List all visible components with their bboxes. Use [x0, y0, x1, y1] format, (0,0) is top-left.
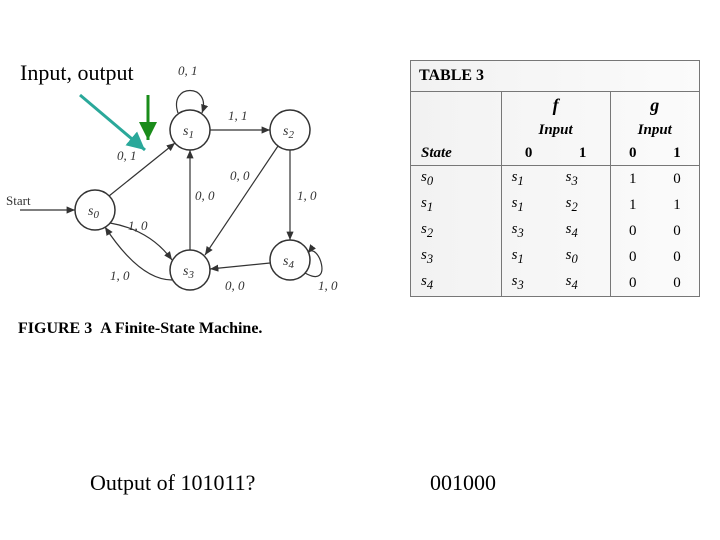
- table-row: s1 s1 s2 1 1: [411, 192, 699, 218]
- figure-caption: FIGURE 3 A Finite-State Machine.: [18, 320, 262, 338]
- answer-label: 001000: [430, 470, 496, 496]
- table-row: s4 s3 s4 0 0: [411, 270, 699, 296]
- edge-s1-s1: 0, 1: [178, 63, 198, 78]
- table-row: s0 s1 s3 1 0: [411, 166, 699, 193]
- col-f: f: [501, 92, 610, 119]
- edge-s2-s3: 0, 0: [230, 168, 250, 183]
- fsm-diagram: .st { fill:#fff; stroke:#333; stroke-wid…: [0, 55, 380, 345]
- start-label: Start: [6, 193, 31, 208]
- edge-s4-s4: 1, 0: [318, 278, 338, 293]
- transition-table: TABLE 3 f g Input Input State 0 1 0 1 s0…: [410, 60, 700, 297]
- edge-s2-s4: 1, 0: [297, 188, 317, 203]
- figure-label: FIGURE 3: [18, 320, 92, 337]
- col-input-g: Input: [610, 119, 699, 142]
- table-title: TABLE 3: [411, 61, 699, 92]
- col-g: g: [610, 92, 699, 119]
- input-output-label: Input, output: [20, 60, 134, 86]
- figure-title: A Finite-State Machine.: [100, 320, 262, 337]
- edge-s3-s1: 0, 0: [195, 188, 215, 203]
- edge-s0-s3: 1, 0: [128, 218, 148, 233]
- arrow-green: [128, 90, 168, 150]
- edge-s3-s0: 1, 0: [110, 268, 130, 283]
- table-row: s2 s3 s4 0 0: [411, 218, 699, 244]
- question-label: Output of 101011?: [90, 470, 255, 496]
- edge-s4-s3: 0, 0: [225, 278, 245, 293]
- col-input-f: Input: [501, 119, 610, 142]
- col-state: State: [411, 142, 501, 166]
- table-row: s3 s1 s0 0 0: [411, 244, 699, 270]
- edge-s1-s2: 1, 1: [228, 108, 248, 123]
